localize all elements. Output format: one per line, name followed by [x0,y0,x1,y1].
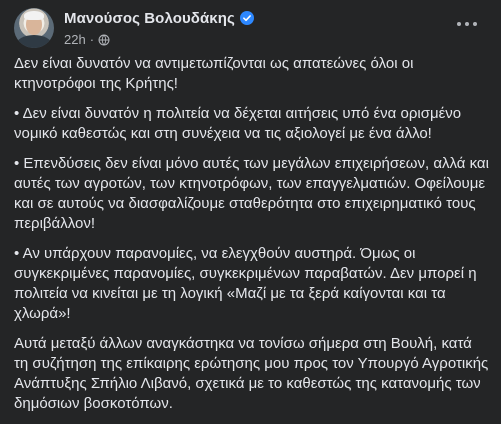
author-name[interactable]: Μανούσος Βολουδάκης [64,10,235,27]
author-avatar[interactable] [14,8,54,48]
post-paragraph: Δεν είναι δυνατόν να αντιμετωπίζονται ως… [14,55,414,92]
more-options-icon [457,22,461,26]
post-paragraph: • Αν υπάρχουν παρανομίες, να ελεγχθούν α… [14,245,477,322]
post-paragraph: Αυτά μεταξύ άλλων αναγκάστηκα να τονίσω … [14,335,489,412]
more-options-button[interactable] [451,12,483,36]
facebook-post: Μανούσος Βολουδάκης 22h · Δεν είναι δυνα… [0,0,501,413]
post-paragraph: • Δεν είναι δυνατόν η πολιτεία να δέχετα… [14,105,462,142]
post-paragraph: • Επενδύσεις δεν είναι μόνο αυτές των με… [14,155,489,232]
post-body: Δεν είναι δυνατόν να αντιμετωπίζονται ως… [14,54,490,424]
post-time-row: 22h · [64,31,254,48]
verified-badge-icon [239,11,254,25]
globe-icon[interactable] [98,34,110,46]
separator-dot: · [89,32,95,47]
post-timestamp[interactable]: 22h [64,32,86,47]
post-meta: Μανούσος Βολουδάκης 22h · [64,8,254,48]
post-header: Μανούσος Βολουδάκης 22h · [14,6,254,50]
author-row: Μανούσος Βολουδάκης [64,8,254,28]
